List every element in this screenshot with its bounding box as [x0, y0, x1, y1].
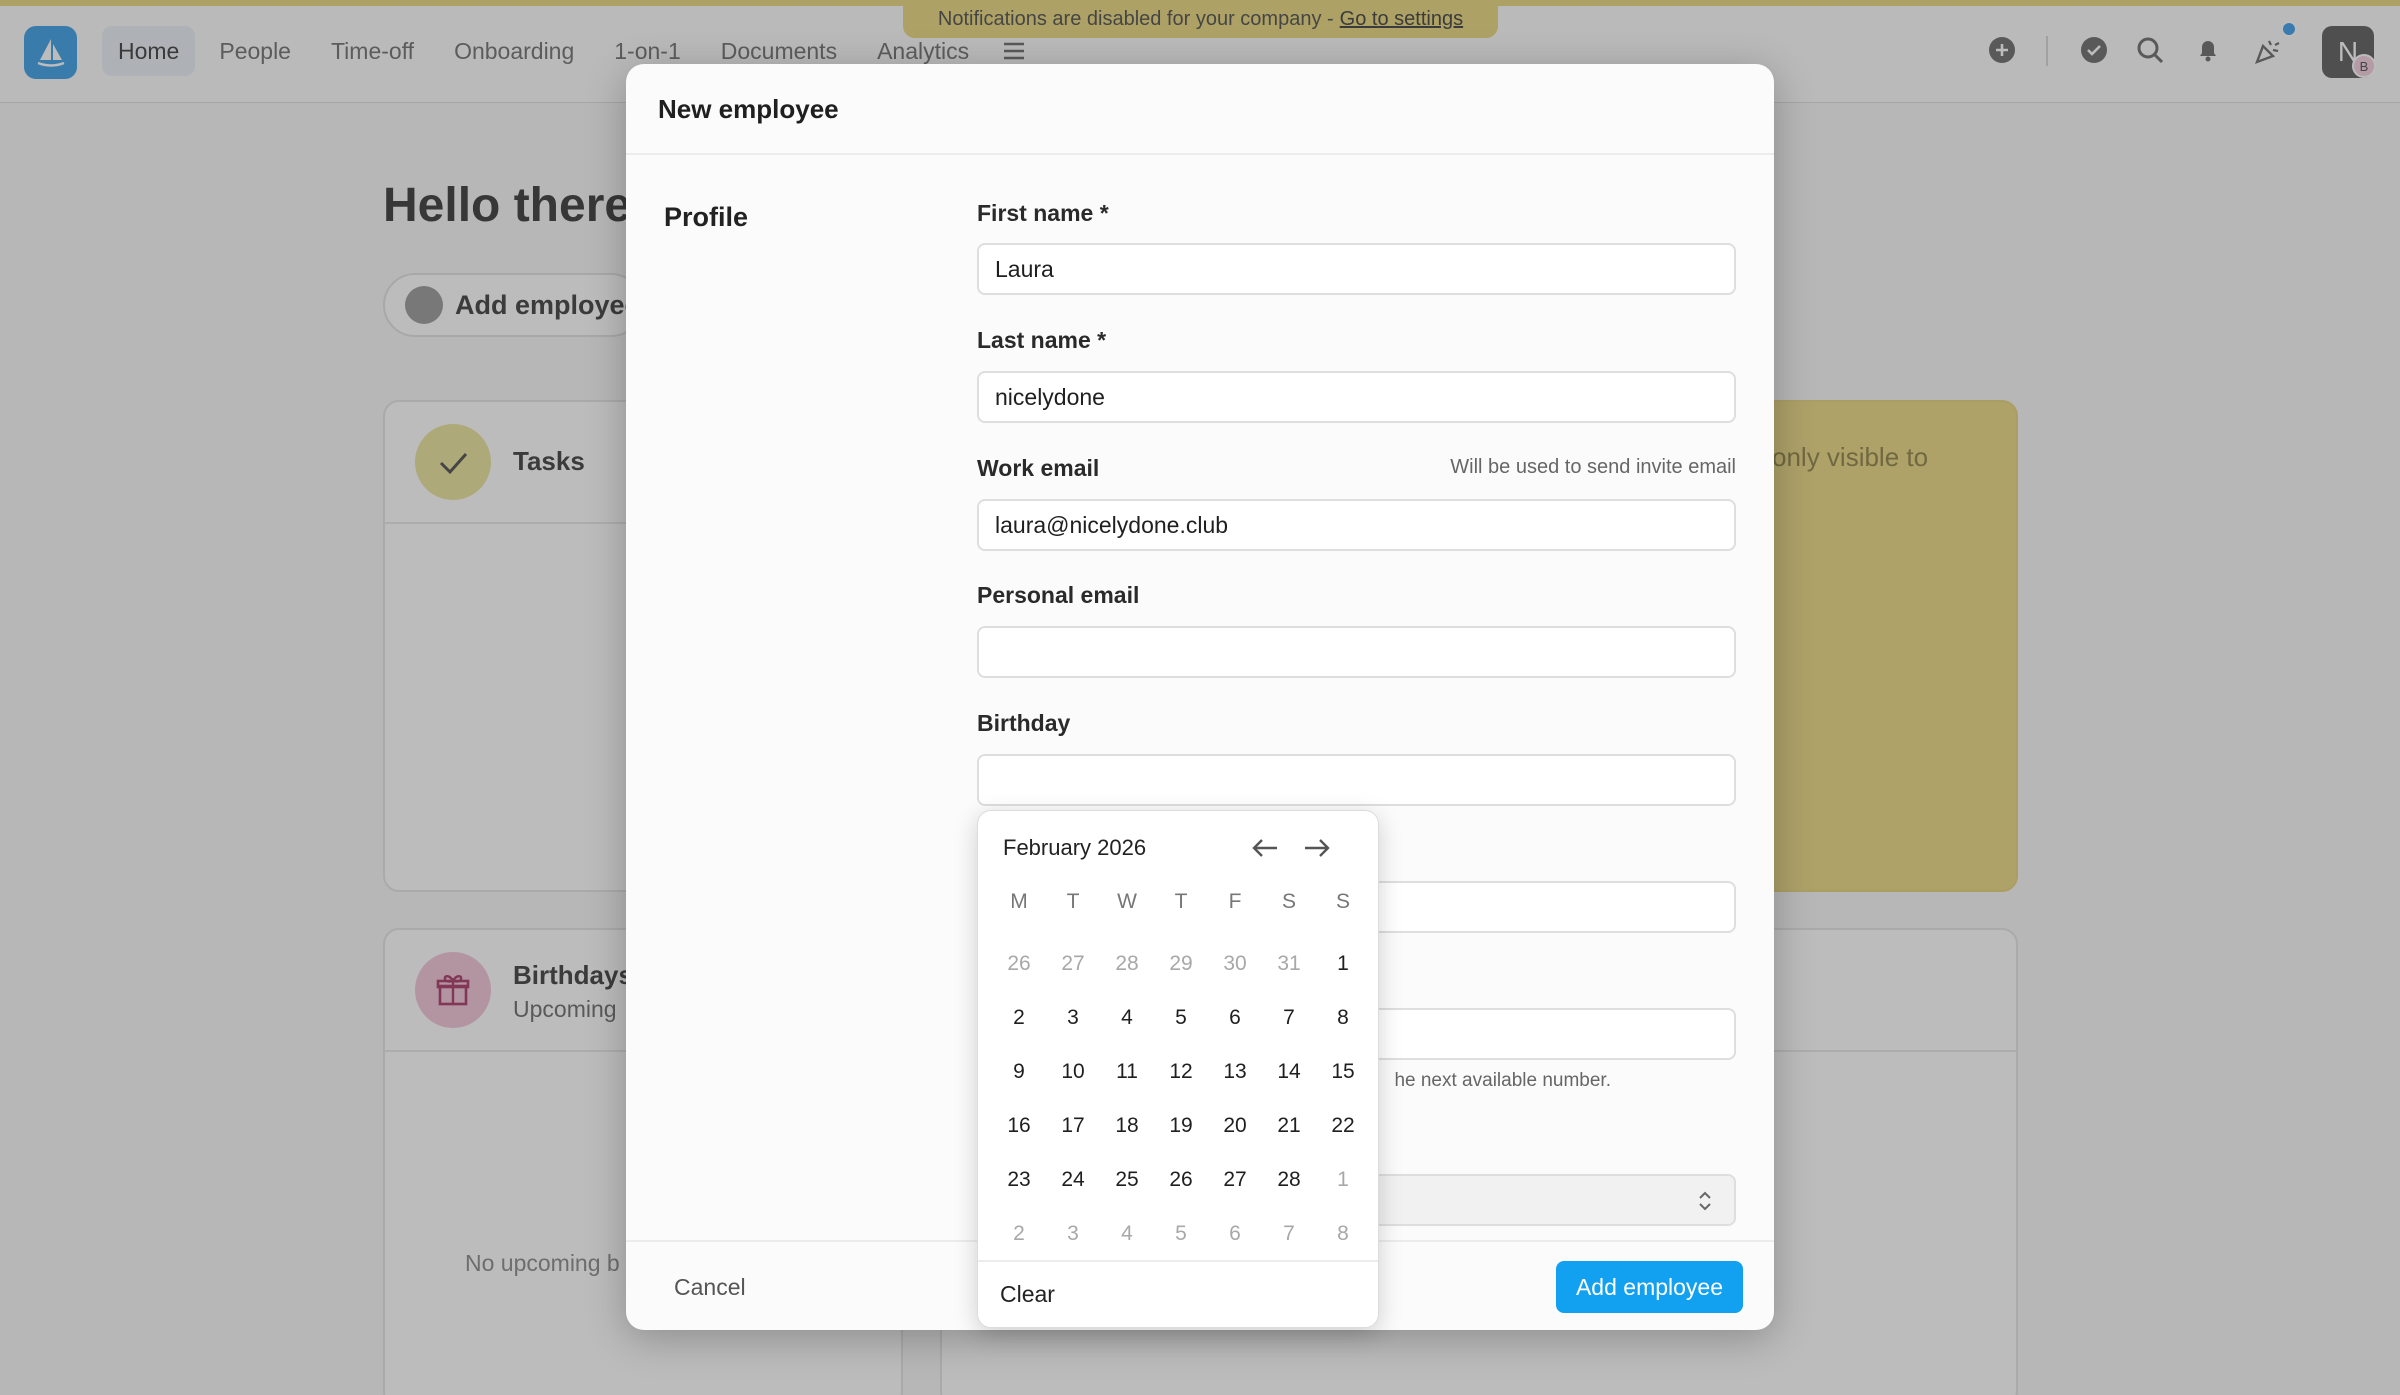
calendar-day[interactable]: 2 — [992, 991, 1046, 1045]
calendar-day[interactable]: 12 — [1154, 1045, 1208, 1099]
calendar-day[interactable]: 27 — [1046, 937, 1100, 991]
arrow-right-icon[interactable] — [1300, 831, 1334, 865]
calendar-day[interactable]: 18 — [1100, 1099, 1154, 1153]
calendar-day[interactable]: 3 — [1046, 991, 1100, 1045]
calendar-day[interactable]: 7 — [1262, 991, 1316, 1045]
calendar-day[interactable]: 9 — [992, 1045, 1046, 1099]
work-email-help: Will be used to send invite email — [1450, 456, 1736, 478]
cancel-button[interactable]: Cancel — [674, 1274, 746, 1301]
work-email-label: Work email — [977, 455, 1100, 481]
weekday-header: S — [1335, 890, 1350, 913]
datepicker-month-label: February 2026 — [1003, 835, 1147, 860]
calendar-day[interactable]: 8 — [1316, 1207, 1370, 1261]
birthday-label: Birthday — [977, 710, 1071, 736]
calendar-day[interactable]: 31 — [1262, 937, 1316, 991]
last-name-label: Last name * — [977, 327, 1107, 353]
arrow-left-icon[interactable] — [1248, 831, 1282, 865]
weekday-header: M — [1010, 890, 1028, 913]
calendar-day[interactable]: 6 — [1208, 991, 1262, 1045]
datepicker-grid: M T W T F S S 26 27 28 29 30 31 1 2 3 4 5 6 7 8 9 10 11 12 13 14 15… — [992, 883, 1368, 1261]
work-email-input[interactable] — [977, 499, 1736, 551]
calendar-day[interactable]: 14 — [1262, 1045, 1316, 1099]
calendar-day[interactable]: 27 — [1208, 1153, 1262, 1207]
calendar-day[interactable]: 20 — [1208, 1099, 1262, 1153]
modal-divider — [626, 153, 1774, 155]
personal-email-label: Personal email — [977, 582, 1140, 608]
weekday-header: W — [1117, 890, 1137, 913]
calendar-day[interactable]: 8 — [1316, 991, 1370, 1045]
calendar-day[interactable]: 5 — [1154, 991, 1208, 1045]
calendar-day[interactable]: 28 — [1262, 1153, 1316, 1207]
calendar-day[interactable]: 4 — [1100, 1207, 1154, 1261]
calendar-day[interactable]: 10 — [1046, 1045, 1100, 1099]
birthday-datepicker: February 2026 M T W T F S S 26 27 28 29 30 31 1 2 3 4 5 6 7… — [977, 810, 1379, 1328]
birthday-input[interactable] — [977, 754, 1736, 806]
calendar-day[interactable]: 6 — [1208, 1207, 1262, 1261]
calendar-day[interactable]: 22 — [1316, 1099, 1370, 1153]
calendar-day[interactable]: 19 — [1154, 1099, 1208, 1153]
calendar-day[interactable]: 16 — [992, 1099, 1046, 1153]
weekday-header: F — [1228, 890, 1242, 913]
first-name-input[interactable] — [977, 243, 1736, 295]
weekday-header: S — [1281, 890, 1296, 913]
last-name-input[interactable] — [977, 371, 1736, 423]
calendar-day[interactable]: 29 — [1154, 937, 1208, 991]
datepicker-clear-button[interactable]: Clear — [1000, 1281, 1055, 1308]
calendar-day[interactable]: 2 — [992, 1207, 1046, 1261]
calendar-day[interactable]: 30 — [1208, 937, 1262, 991]
calendar-day[interactable]: 21 — [1262, 1099, 1316, 1153]
profile-section-label: Profile — [664, 202, 749, 232]
calendar-day[interactable]: 28 — [1100, 937, 1154, 991]
calendar-day[interactable]: 4 — [1100, 991, 1154, 1045]
calendar-day[interactable]: 26 — [992, 937, 1046, 991]
calendar-day[interactable]: 13 — [1208, 1045, 1262, 1099]
calendar-day[interactable]: 24 — [1046, 1153, 1100, 1207]
calendar-day[interactable]: 5 — [1154, 1207, 1208, 1261]
first-name-label: First name * — [977, 200, 1109, 226]
calendar-day[interactable]: 17 — [1046, 1099, 1100, 1153]
add-employee-button[interactable]: Add employee — [1556, 1261, 1743, 1313]
calendar-day[interactable]: 23 — [992, 1153, 1046, 1207]
calendar-day[interactable]: 1 — [1316, 937, 1370, 991]
weekday-header: T — [1066, 890, 1080, 913]
calendar-day[interactable]: 26 — [1154, 1153, 1208, 1207]
calendar-day[interactable]: 25 — [1100, 1153, 1154, 1207]
calendar-day[interactable]: 7 — [1262, 1207, 1316, 1261]
datepicker-divider — [978, 1260, 1378, 1262]
chevron-updown-icon — [1696, 1188, 1714, 1219]
weekday-header: T — [1174, 890, 1188, 913]
calendar-day[interactable]: 11 — [1100, 1045, 1154, 1099]
calendar-day[interactable]: 1 — [1316, 1153, 1370, 1207]
personal-email-input[interactable] — [977, 626, 1736, 678]
modal-title: New employee — [658, 94, 839, 124]
calendar-day[interactable]: 15 — [1316, 1045, 1370, 1099]
calendar-day[interactable]: 3 — [1046, 1207, 1100, 1261]
